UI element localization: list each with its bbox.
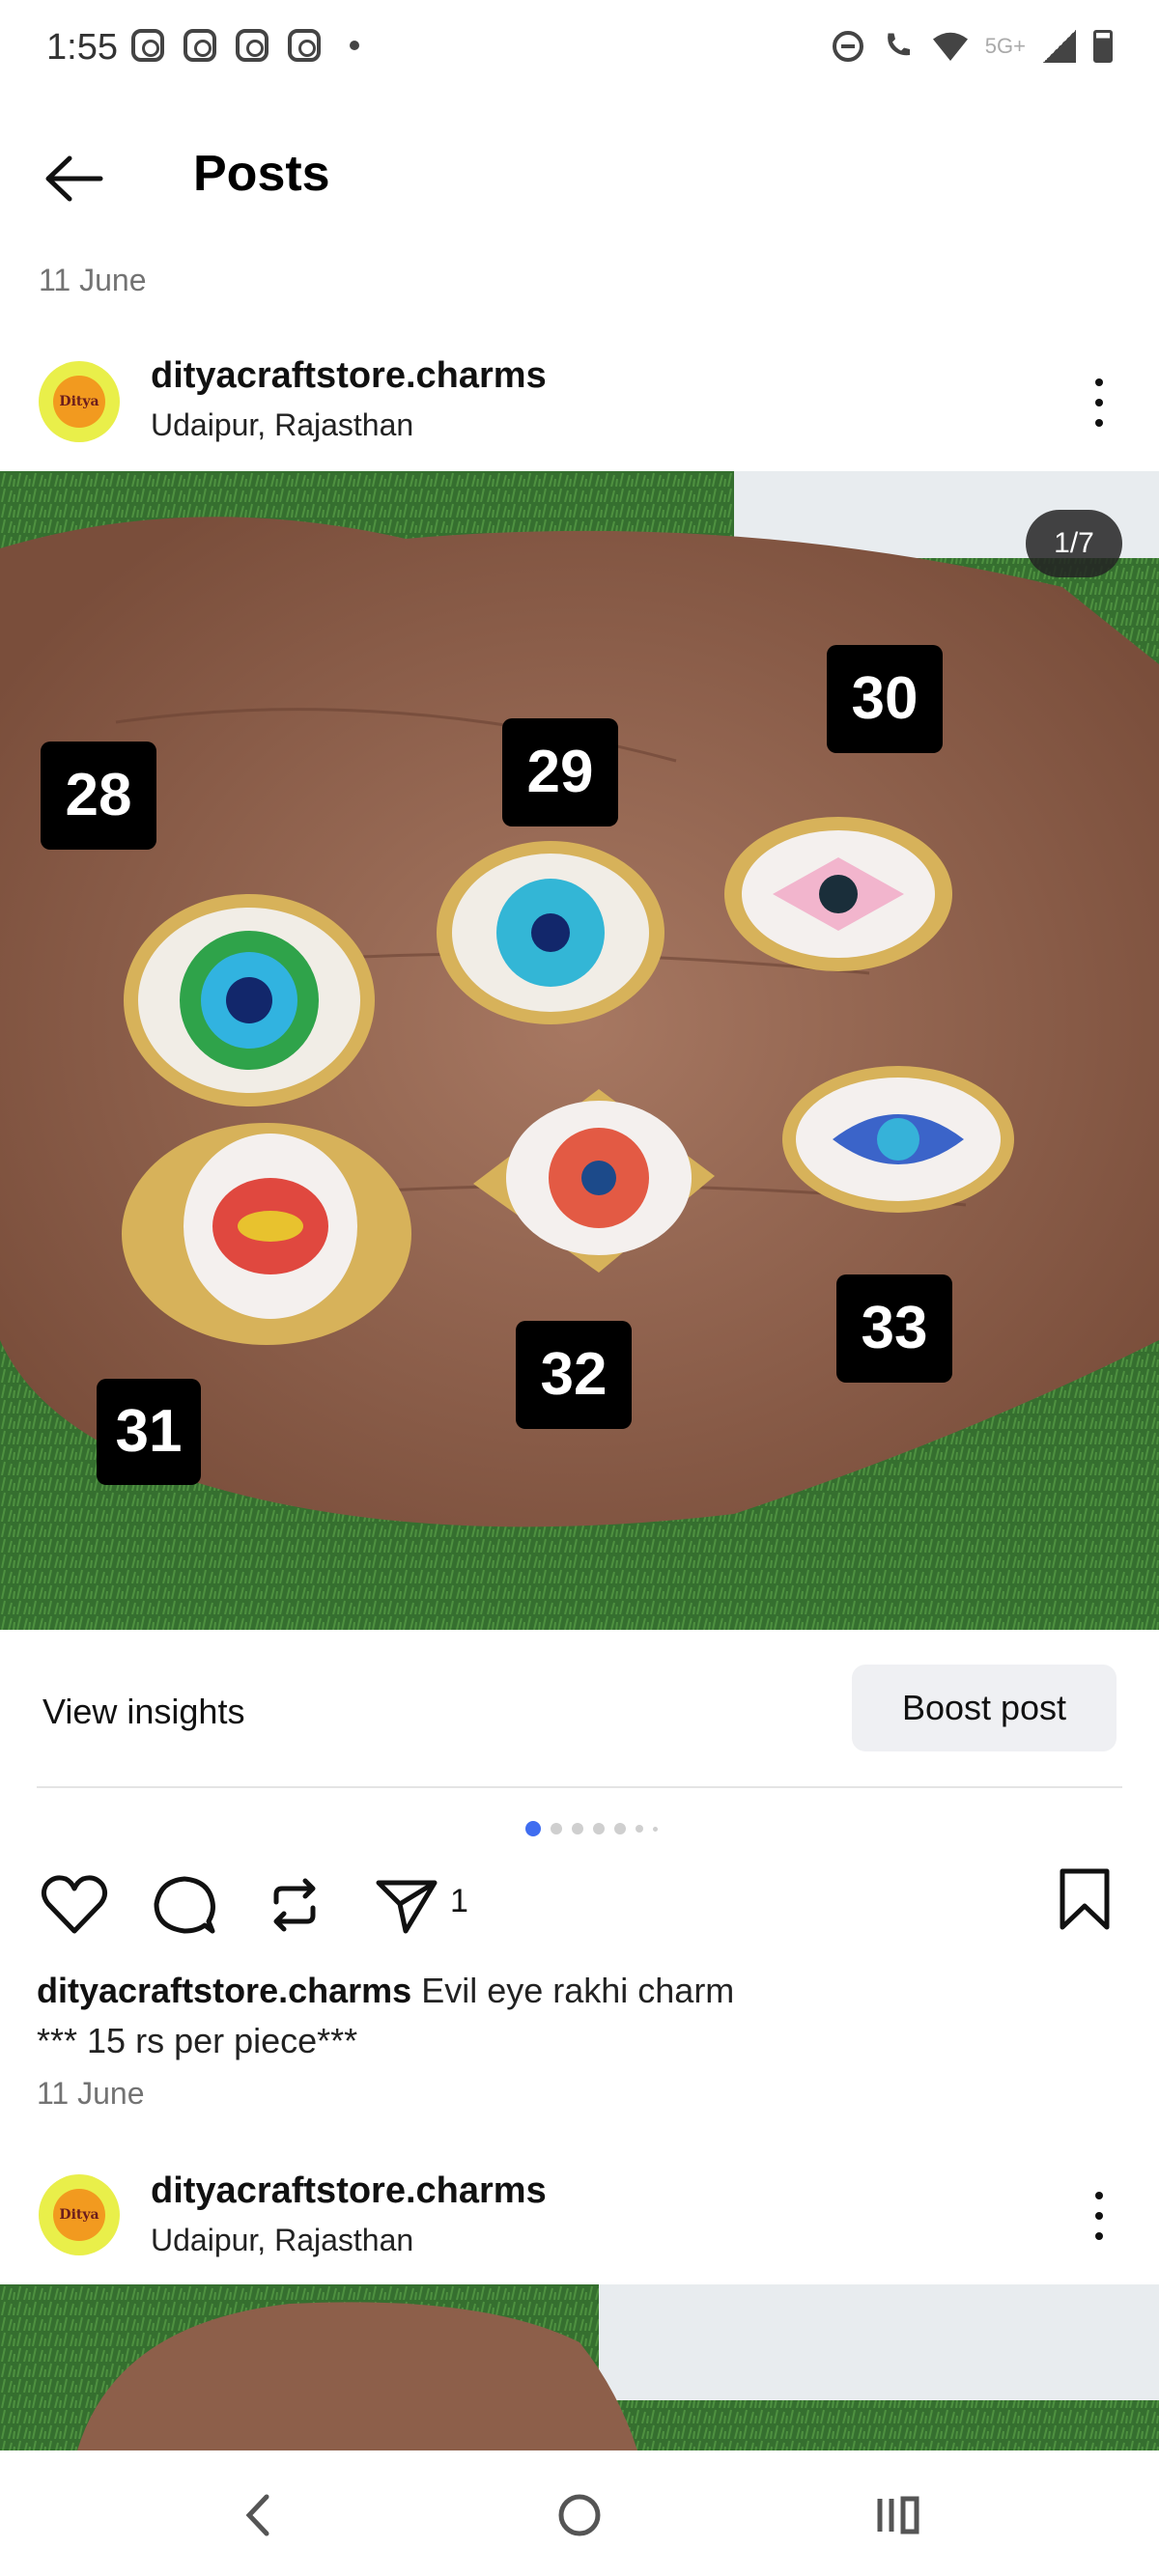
signal-icon [1043,30,1076,63]
post-location[interactable]: Udaipur, Rajasthan [151,407,413,443]
do-not-disturb-icon [832,31,863,62]
label-31: 31 [97,1379,201,1485]
label-31-text: 31 [116,1398,183,1465]
more-notifications-icon [350,41,359,50]
carousel-indicator [525,1821,658,1836]
charm-28 [124,894,375,1106]
post-username[interactable]: dityacraftstore.charms [151,355,547,397]
label-32-text: 32 [541,1341,608,1408]
wifi-calling-icon [887,33,910,56]
network-type: 5G+ [984,34,1026,58]
post-username[interactable]: dityacraftstore.charms [151,2170,547,2212]
carousel-dot [653,1826,658,1832]
heart-icon[interactable] [39,1869,110,1941]
instagram-notification-icon [288,29,321,62]
send-icon[interactable] [371,1869,442,1941]
image-counter: 1/7 [1026,510,1122,577]
caption-line-2: *** 15 rs per piece*** [37,2021,358,2060]
label-28-text: 28 [66,762,132,828]
nav-recents-icon[interactable] [860,2481,937,2549]
carousel-dot [614,1823,626,1834]
instagram-notification-icon [131,29,164,62]
more-options-icon[interactable] [1089,378,1109,427]
avatar-text: Ditya [59,2207,99,2223]
bookmark-icon[interactable] [1049,1863,1120,1935]
post-photo-illustration [0,2284,1159,2450]
label-28: 28 [41,742,156,850]
charm-29 [437,841,664,1024]
instagram-notification-icon [236,29,269,62]
system-icons: 5G+ [832,29,1113,64]
boost-post-button[interactable]: Boost post [852,1665,1117,1751]
label-33-text: 33 [862,1295,928,1361]
carousel-dot-active [525,1821,541,1836]
post-location[interactable]: Udaipur, Rajasthan [151,2223,413,2258]
label-32: 32 [516,1321,632,1429]
post-image[interactable] [0,2284,1159,2450]
avatar[interactable]: Ditya [39,361,120,442]
label-33: 33 [836,1274,952,1383]
page-title: Posts [193,146,330,202]
label-30: 30 [827,645,943,753]
label-30-text: 30 [852,665,919,732]
post-photo-illustration: 28 29 30 31 32 33 [0,471,1159,1630]
post-group-date: 11 June [39,263,147,297]
label-29: 29 [502,718,618,826]
more-options-icon[interactable] [1089,2192,1109,2240]
share-count: 1 [450,1883,468,1919]
wifi-icon [932,32,968,61]
nav-back-icon[interactable] [220,2481,297,2549]
caption-username[interactable]: dityacraftstore.charms [37,1971,411,2010]
avatar-logo: Ditya [53,376,105,428]
carousel-dot [593,1823,605,1834]
post-caption: dityacraftstore.charms Evil eye rakhi ch… [37,1966,1128,2066]
repost-icon[interactable] [259,1869,330,1941]
carousel-dot [551,1823,562,1834]
post-image[interactable]: 28 29 30 31 32 33 [0,471,1159,1630]
carousel-dot [636,1825,643,1833]
charm-31 [122,1123,411,1345]
avatar-logo: Ditya [53,2189,105,2241]
charm-30 [724,817,952,971]
carousel-dot [572,1823,583,1834]
caption-text: Evil eye rakhi charm [421,1971,735,2010]
divider [37,1786,1122,1788]
avatar[interactable]: Ditya [39,2174,120,2255]
status-time: 1:55 [46,27,118,68]
label-29-text: 29 [527,739,594,805]
post-date: 11 June [37,2076,145,2111]
status-bar: 1:55 5G+ [0,0,1159,97]
charm-33 [782,1066,1014,1213]
back-arrow-icon[interactable] [39,145,116,212]
notification-icons [131,29,359,62]
instagram-notification-icon [184,29,216,62]
comment-icon[interactable] [149,1869,220,1941]
avatar-text: Ditya [59,394,99,409]
nav-home-icon[interactable] [541,2481,618,2549]
view-insights-link[interactable]: View insights [42,1692,244,1732]
battery-icon [1093,30,1113,63]
